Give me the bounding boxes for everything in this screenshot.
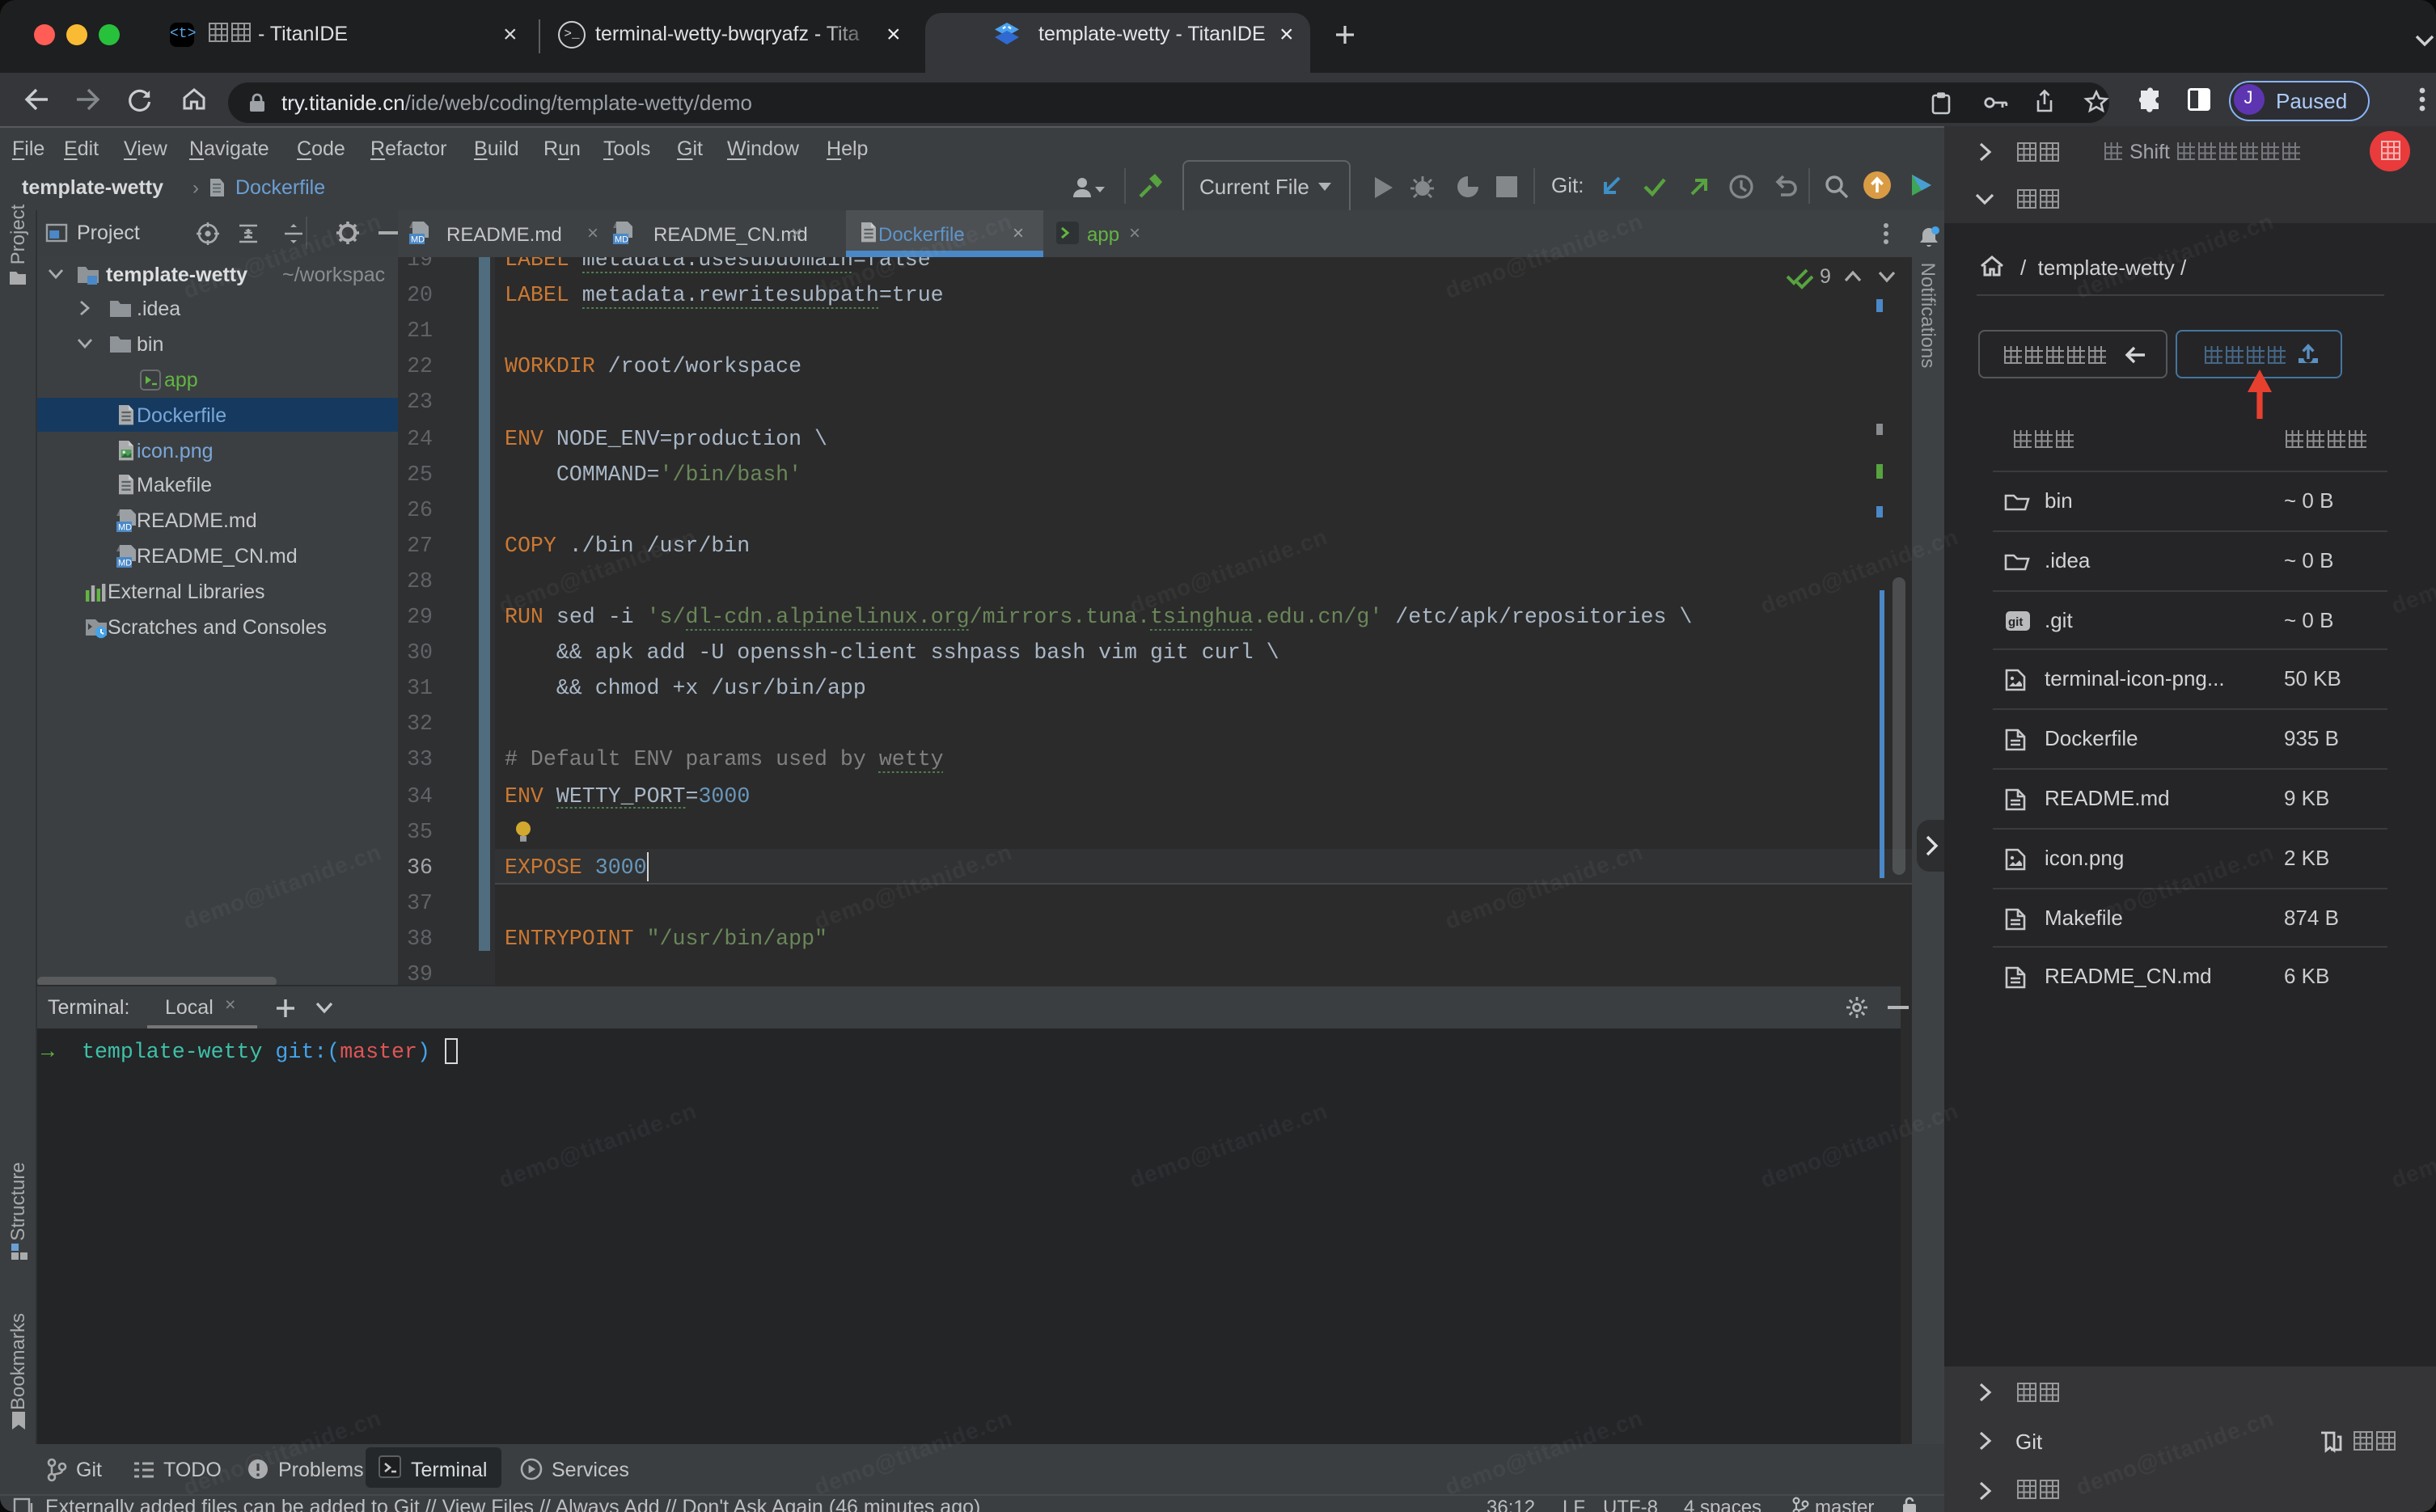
svg-text:MD: MD <box>615 234 628 244</box>
svg-text:MD: MD <box>117 523 131 533</box>
svg-text:git: git <box>2008 615 2023 628</box>
svg-text:MD: MD <box>117 558 131 568</box>
svg-text:MD: MD <box>411 234 425 244</box>
